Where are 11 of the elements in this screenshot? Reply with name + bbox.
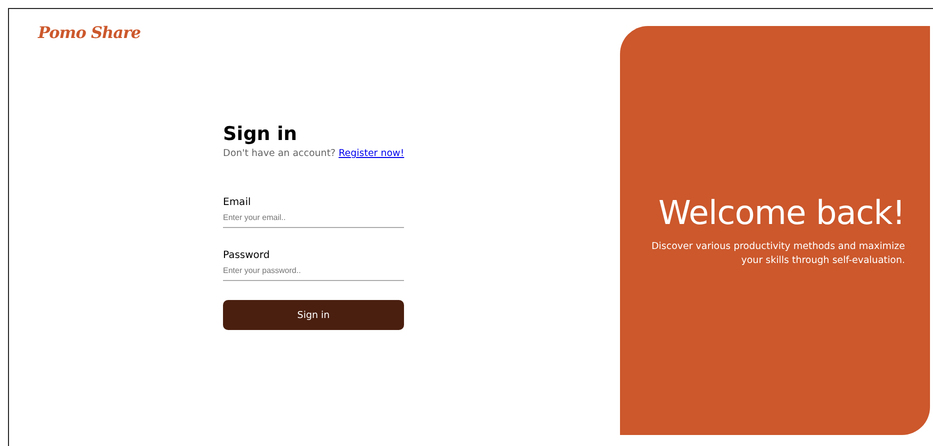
welcome-text: Discover various productivity methods and maximize your skills through self-evaluation. (650, 240, 905, 268)
field-label: Password (223, 250, 271, 261)
input-field[interactable]: Enter your email.. (223, 211, 404, 228)
welcome-heading: Welcome back! (658, 193, 905, 232)
field-label: Email (223, 197, 252, 208)
sign-in-button[interactable]: Sign in (223, 300, 404, 330)
logo[interactable]: Pomo Share (38, 23, 141, 42)
register-link[interactable]: Register now! (338, 148, 404, 159)
input-field[interactable]: Enter your password.. (223, 264, 404, 281)
form-title: Sign in (223, 123, 298, 145)
account-prompt: Don't have an account? (223, 148, 336, 159)
